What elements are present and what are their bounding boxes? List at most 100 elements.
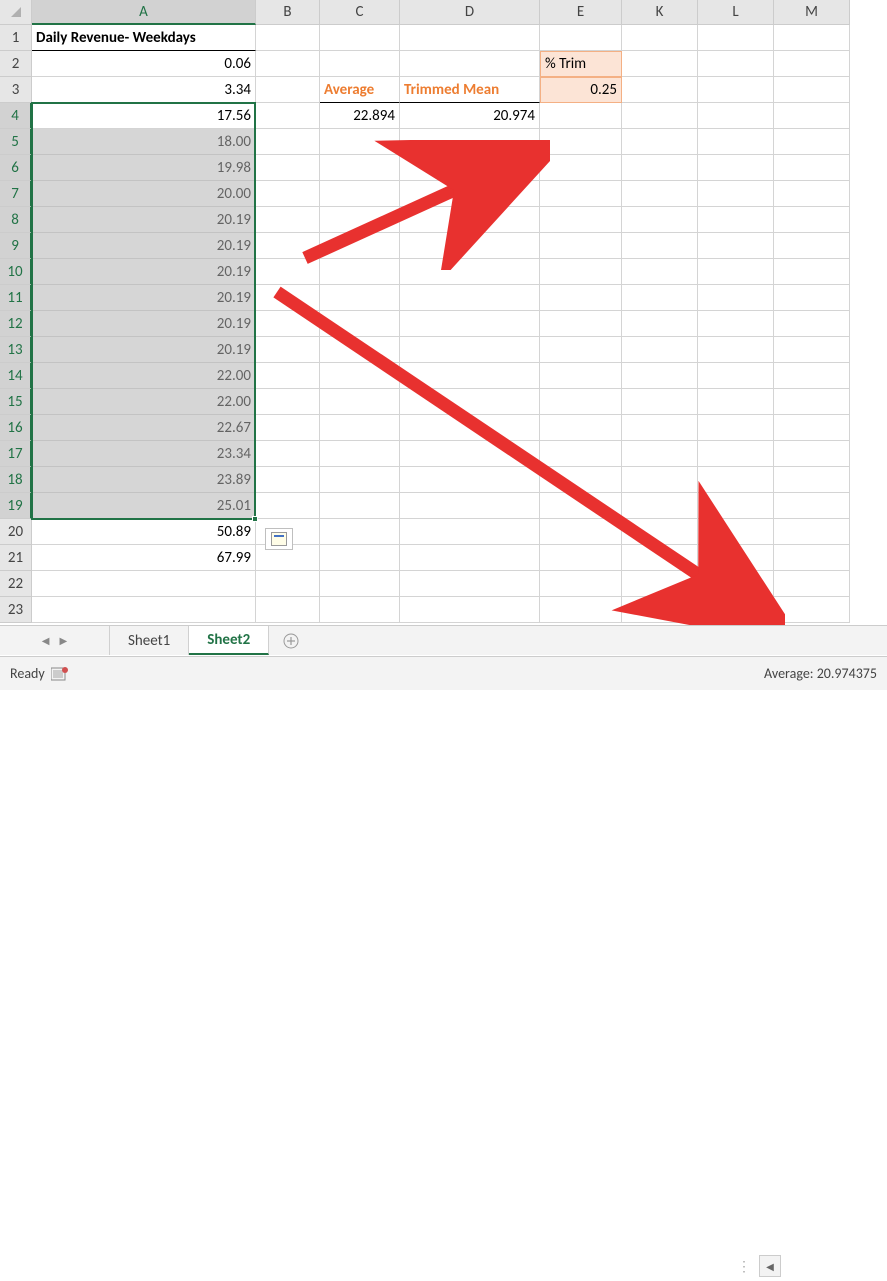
row-header-11[interactable]: 11 bbox=[0, 285, 32, 311]
cell-B17[interactable] bbox=[256, 441, 320, 467]
tab-nav-buttons[interactable]: ◀ ▶ bbox=[0, 626, 110, 655]
cell-B19[interactable] bbox=[256, 493, 320, 519]
cell-M18[interactable] bbox=[774, 467, 850, 493]
cell-A19[interactable]: 25.01 bbox=[32, 493, 256, 519]
cell-D7[interactable] bbox=[400, 181, 540, 207]
cell-M7[interactable] bbox=[774, 181, 850, 207]
cell-C15[interactable] bbox=[320, 389, 400, 415]
cell-B23[interactable] bbox=[256, 597, 320, 623]
cell-E18[interactable] bbox=[540, 467, 622, 493]
cell-B8[interactable] bbox=[256, 207, 320, 233]
cell-E12[interactable] bbox=[540, 311, 622, 337]
cell-D15[interactable] bbox=[400, 389, 540, 415]
cell-B12[interactable] bbox=[256, 311, 320, 337]
cell-M2[interactable] bbox=[774, 51, 850, 77]
cell-D16[interactable] bbox=[400, 415, 540, 441]
cell-C13[interactable] bbox=[320, 337, 400, 363]
cell-D8[interactable] bbox=[400, 207, 540, 233]
cell-K4[interactable] bbox=[622, 103, 698, 129]
row-header-12[interactable]: 12 bbox=[0, 311, 32, 337]
cell-E2[interactable]: % Trim bbox=[540, 51, 622, 77]
cell-C18[interactable] bbox=[320, 467, 400, 493]
cell-K14[interactable] bbox=[622, 363, 698, 389]
column-header-K[interactable]: K bbox=[622, 0, 698, 25]
cell-L22[interactable] bbox=[698, 571, 774, 597]
cell-L23[interactable] bbox=[698, 597, 774, 623]
row-header-8[interactable]: 8 bbox=[0, 207, 32, 233]
cell-K16[interactable] bbox=[622, 415, 698, 441]
cell-E7[interactable] bbox=[540, 181, 622, 207]
cell-C14[interactable] bbox=[320, 363, 400, 389]
cell-M9[interactable] bbox=[774, 233, 850, 259]
cell-E13[interactable] bbox=[540, 337, 622, 363]
cell-E19[interactable] bbox=[540, 493, 622, 519]
cell-D10[interactable] bbox=[400, 259, 540, 285]
cell-L17[interactable] bbox=[698, 441, 774, 467]
paste-options-icon[interactable] bbox=[265, 528, 293, 550]
cell-D13[interactable] bbox=[400, 337, 540, 363]
cell-A7[interactable]: 20.00 bbox=[32, 181, 256, 207]
cell-C4[interactable]: 22.894 bbox=[320, 103, 400, 129]
cell-B1[interactable] bbox=[256, 25, 320, 51]
cell-C12[interactable] bbox=[320, 311, 400, 337]
cell-D20[interactable] bbox=[400, 519, 540, 545]
cell-E8[interactable] bbox=[540, 207, 622, 233]
cell-A9[interactable]: 20.19 bbox=[32, 233, 256, 259]
cell-K15[interactable] bbox=[622, 389, 698, 415]
cell-C23[interactable] bbox=[320, 597, 400, 623]
cell-E1[interactable] bbox=[540, 25, 622, 51]
row-header-6[interactable]: 6 bbox=[0, 155, 32, 181]
cell-B13[interactable] bbox=[256, 337, 320, 363]
row-header-18[interactable]: 18 bbox=[0, 467, 32, 493]
cell-C11[interactable] bbox=[320, 285, 400, 311]
cell-M21[interactable] bbox=[774, 545, 850, 571]
cell-A14[interactable]: 22.00 bbox=[32, 363, 256, 389]
cell-A1[interactable]: Daily Revenue- Weekdays bbox=[32, 25, 256, 51]
cell-D23[interactable] bbox=[400, 597, 540, 623]
cell-L7[interactable] bbox=[698, 181, 774, 207]
cell-D5[interactable] bbox=[400, 129, 540, 155]
cell-B16[interactable] bbox=[256, 415, 320, 441]
cell-A8[interactable]: 20.19 bbox=[32, 207, 256, 233]
row-header-15[interactable]: 15 bbox=[0, 389, 32, 415]
cell-A17[interactable]: 23.34 bbox=[32, 441, 256, 467]
cell-C6[interactable] bbox=[320, 155, 400, 181]
cell-B6[interactable] bbox=[256, 155, 320, 181]
cell-L15[interactable] bbox=[698, 389, 774, 415]
row-header-7[interactable]: 7 bbox=[0, 181, 32, 207]
cell-K5[interactable] bbox=[622, 129, 698, 155]
row-header-17[interactable]: 17 bbox=[0, 441, 32, 467]
column-headers[interactable]: ABCDEKLM bbox=[32, 0, 850, 25]
cell-M4[interactable] bbox=[774, 103, 850, 129]
cell-A3[interactable]: 3.34 bbox=[32, 77, 256, 103]
row-header-21[interactable]: 21 bbox=[0, 545, 32, 571]
tab-prev-icon[interactable]: ◀ bbox=[42, 634, 50, 647]
cell-C2[interactable] bbox=[320, 51, 400, 77]
cell-B10[interactable] bbox=[256, 259, 320, 285]
cell-E10[interactable] bbox=[540, 259, 622, 285]
cell-L3[interactable] bbox=[698, 77, 774, 103]
cell-K7[interactable] bbox=[622, 181, 698, 207]
cell-B15[interactable] bbox=[256, 389, 320, 415]
cell-E11[interactable] bbox=[540, 285, 622, 311]
cell-E23[interactable] bbox=[540, 597, 622, 623]
cell-A10[interactable]: 20.19 bbox=[32, 259, 256, 285]
cell-K10[interactable] bbox=[622, 259, 698, 285]
select-all-corner[interactable] bbox=[0, 0, 32, 25]
cell-D3[interactable]: Trimmed Mean bbox=[400, 77, 540, 103]
cell-K21[interactable] bbox=[622, 545, 698, 571]
row-headers[interactable]: 1234567891011121314151617181920212223 bbox=[0, 25, 32, 623]
cell-A11[interactable]: 20.19 bbox=[32, 285, 256, 311]
cell-C10[interactable] bbox=[320, 259, 400, 285]
cell-B5[interactable] bbox=[256, 129, 320, 155]
cell-K22[interactable] bbox=[622, 571, 698, 597]
row-header-9[interactable]: 9 bbox=[0, 233, 32, 259]
row-header-14[interactable]: 14 bbox=[0, 363, 32, 389]
cell-A13[interactable]: 20.19 bbox=[32, 337, 256, 363]
cell-C8[interactable] bbox=[320, 207, 400, 233]
cell-B7[interactable] bbox=[256, 181, 320, 207]
cell-A21[interactable]: 67.99 bbox=[32, 545, 256, 571]
cell-D17[interactable] bbox=[400, 441, 540, 467]
cell-E6[interactable] bbox=[540, 155, 622, 181]
cell-L20[interactable] bbox=[698, 519, 774, 545]
